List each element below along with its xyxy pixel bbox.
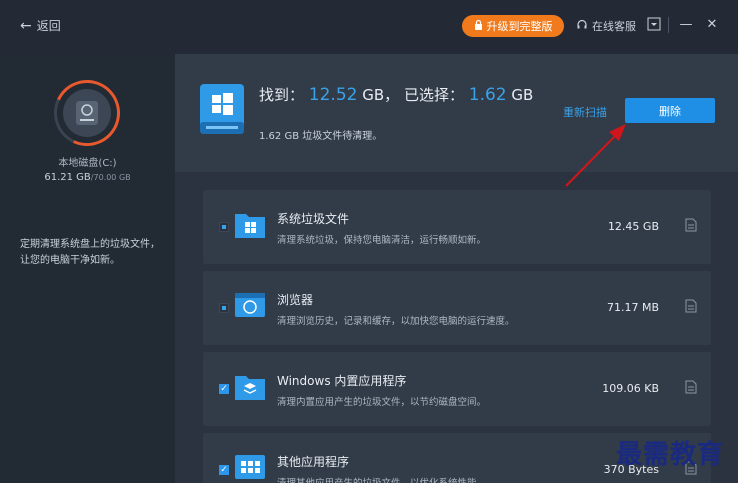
titlebar-divider: [668, 17, 669, 33]
scan-summary-header: 找到： 12.52 GB， 已选择： 1.62 GB 1.62 GB 垃圾文件待…: [175, 54, 738, 172]
back-label: 返回: [36, 19, 61, 33]
selected-value: 1.62: [468, 85, 507, 105]
support-button[interactable]: 在线客服: [576, 18, 636, 34]
headset-icon: [576, 19, 588, 34]
drive-icon: [200, 84, 244, 134]
item-description: 清理浏览历史，记录和缓存，以加快您电脑的运行速度。: [277, 316, 515, 327]
item-size: 12.45 GB: [607, 220, 659, 233]
clean-note-text: GB 垃圾文件待清理。: [284, 131, 383, 142]
item-title: 系统垃圾文件: [277, 212, 350, 226]
found-unit: GB，: [362, 86, 400, 104]
minimize-icon[interactable]: —: [678, 17, 694, 33]
delete-button[interactable]: 删除: [625, 98, 715, 123]
selected-label: 已选择：: [403, 86, 464, 104]
item-size: 109.06 KB: [602, 382, 659, 395]
clean-note: 1.62 GB 垃圾文件待清理。: [259, 127, 382, 142]
found-label: 找到：: [259, 86, 305, 104]
disk-total: /70.00 GB: [90, 173, 131, 182]
item-title: 浏览器: [277, 293, 314, 307]
folder-windows-icon: [235, 214, 265, 238]
upgrade-button[interactable]: 升级到完整版: [462, 15, 564, 37]
list-item-system-junk[interactable]: 系统垃圾文件 清理系统垃圾，保持您电脑清洁，运行畅顺如新。 12.45 GB: [203, 190, 711, 264]
item-description: 清理其他应用产生的垃圾文件，以优化系统性能。: [277, 475, 486, 483]
arrow-left-icon: ←: [20, 17, 32, 34]
cleanup-tip: 定期清理系统盘上的垃圾文件，让您的电脑干净如新。: [20, 239, 160, 266]
upgrade-label: 升级到完整版: [486, 20, 553, 33]
file-details-icon[interactable]: [685, 218, 697, 232]
title-bar: ← 返回 升级到完整版 在线客服 — ✕: [0, 0, 738, 54]
folder-layers-icon: [235, 376, 265, 400]
item-checkbox[interactable]: ✓: [219, 465, 229, 475]
item-checkbox[interactable]: [219, 222, 229, 232]
support-label: 在线客服: [592, 20, 636, 33]
scan-result: 找到： 12.52 GB， 已选择： 1.62 GB: [259, 84, 533, 105]
menu-icon[interactable]: [646, 17, 662, 33]
found-value: 12.52: [308, 85, 358, 105]
item-checkbox[interactable]: ✓: [219, 384, 229, 394]
item-description: 清理内置应用产生的垃圾文件，以节约磁盘空间。: [277, 397, 487, 408]
selected-unit: GB: [511, 86, 534, 104]
item-description: 清理系统垃圾，保持您电脑清洁，运行畅顺如新。: [277, 235, 487, 246]
item-checkbox[interactable]: [219, 303, 229, 313]
item-title: 其他应用程序: [277, 455, 350, 469]
rescan-link[interactable]: 重新扫描: [563, 104, 607, 120]
disk-name: 本地磁盘(C:): [58, 158, 117, 169]
list-item-windows-apps[interactable]: ✓ Windows 内置应用程序 清理内置应用产生的垃圾文件，以节约磁盘空间。 …: [203, 352, 711, 426]
disk-size: 61.21 GB/70.00 GB: [0, 172, 175, 183]
lock-icon: [474, 19, 483, 33]
item-size: 71.17 MB: [606, 301, 659, 314]
item-title: Windows 内置应用程序: [277, 374, 407, 388]
back-button[interactable]: ← 返回: [20, 17, 61, 34]
list-item-browser[interactable]: 浏览器 清理浏览历史，记录和缓存，以加快您电脑的运行速度。 71.17 MB: [203, 271, 711, 345]
hard-disk-icon: [63, 89, 111, 137]
file-details-icon[interactable]: [685, 299, 697, 313]
apps-grid-icon: [235, 455, 265, 479]
browser-icon: [235, 293, 265, 317]
close-icon[interactable]: ✕: [704, 17, 720, 33]
disk-used: 61.21 GB: [44, 172, 91, 183]
file-details-icon[interactable]: [685, 380, 697, 394]
watermark-logo: 最需教育: [616, 440, 725, 470]
clean-size: 1.62: [259, 131, 282, 142]
